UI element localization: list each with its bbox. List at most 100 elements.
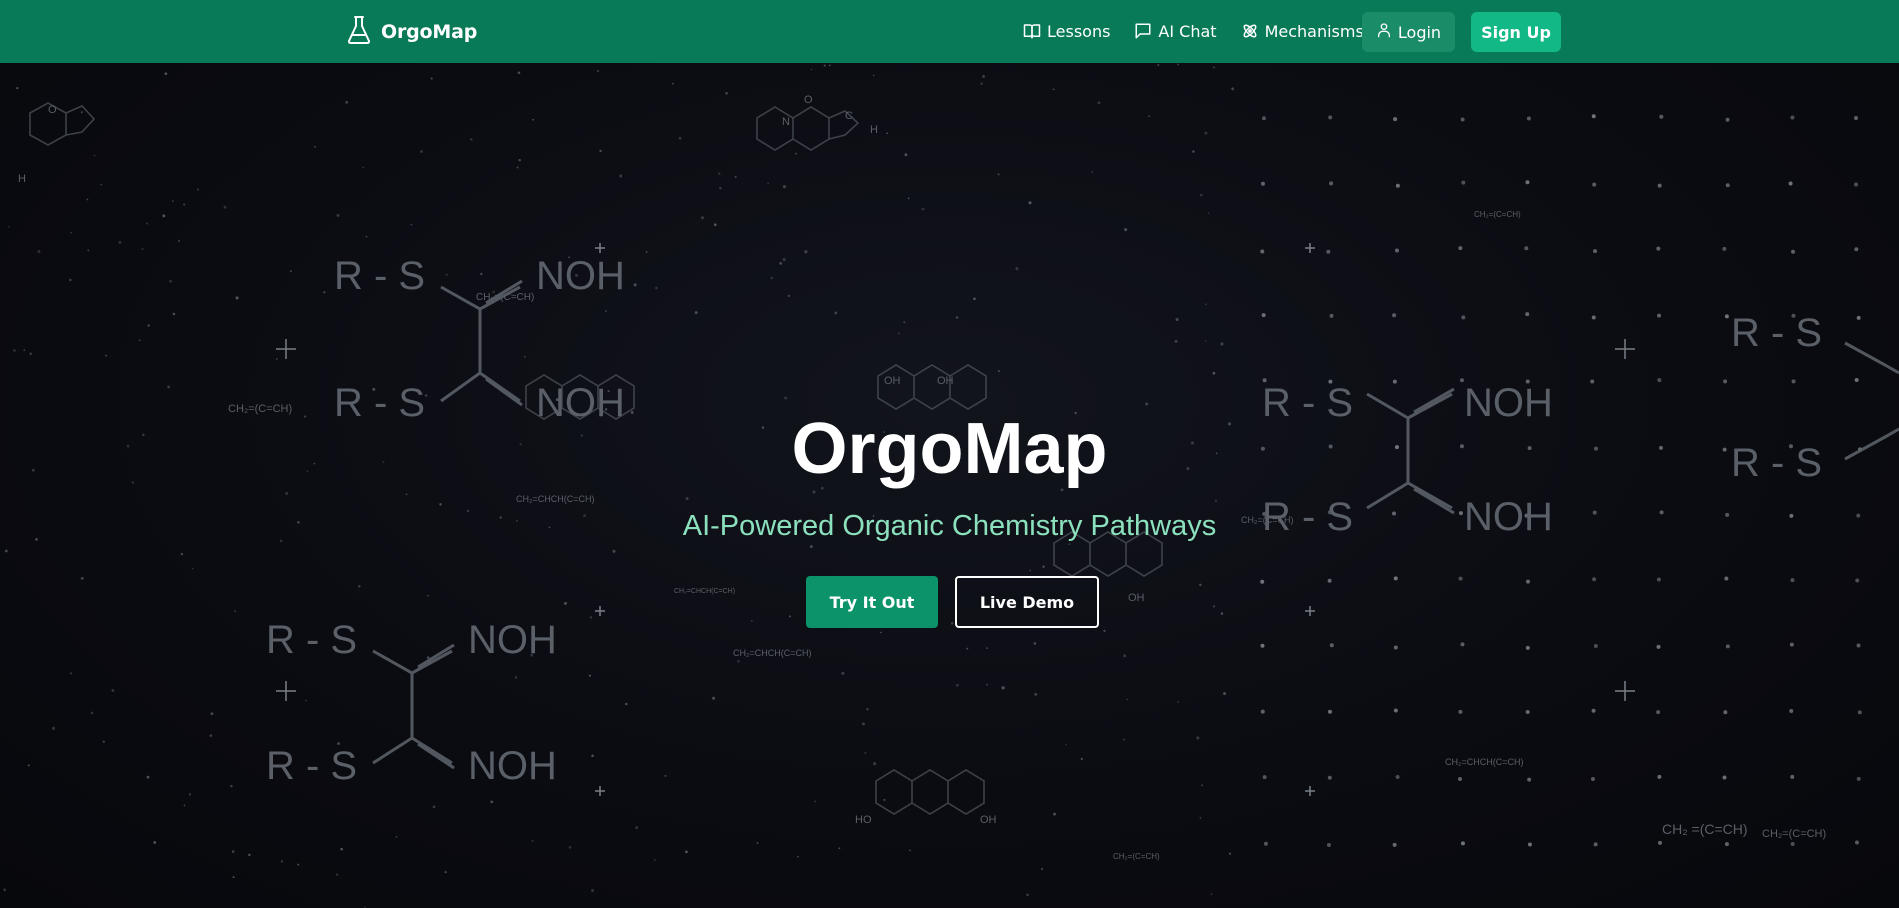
star-dot	[1590, 776, 1595, 781]
star-dot	[1461, 315, 1466, 320]
formula-label: CH₂=(C=CH)	[476, 292, 534, 303]
star-dot	[588, 674, 591, 677]
star-dot	[1591, 114, 1596, 119]
star-dot	[164, 72, 168, 76]
plus-marker	[1615, 339, 1635, 359]
star-dot	[223, 205, 227, 209]
plus-marker	[1615, 681, 1635, 701]
star-dot	[87, 249, 90, 252]
formula-label: R - S	[266, 744, 357, 788]
star-dot	[782, 185, 786, 189]
star-dot	[1053, 812, 1056, 816]
star-dot	[1212, 605, 1216, 608]
star-dot	[1657, 183, 1662, 188]
star-dot	[599, 149, 602, 153]
star-dot	[982, 74, 986, 78]
star-dot	[718, 172, 721, 175]
star-dot	[1201, 784, 1203, 786]
brand-name: OrgoMap	[381, 21, 478, 43]
star-dot	[734, 175, 737, 178]
star-dot	[1212, 371, 1216, 375]
star-dot	[4, 549, 8, 553]
star-dot	[1329, 643, 1334, 648]
star-dot	[633, 283, 637, 287]
signup-button[interactable]: Sign Up	[1471, 12, 1561, 52]
nav-link-mechanisms[interactable]: Mechanisms	[1241, 22, 1364, 41]
star-dot	[70, 672, 72, 675]
star-dot	[80, 576, 84, 580]
atom-label: OH	[937, 375, 954, 387]
login-button[interactable]: Login	[1362, 12, 1455, 52]
nav-link-ai-chat[interactable]: AI Chat	[1134, 21, 1217, 41]
star-dot	[809, 545, 813, 549]
star-dot	[29, 352, 32, 356]
star-dot	[725, 92, 728, 95]
brand-logo-link[interactable]: OrgoMap	[347, 14, 477, 50]
star-dot	[1261, 313, 1266, 318]
star-dot	[1854, 182, 1859, 187]
star-dot	[797, 855, 799, 858]
star-dot	[1461, 180, 1466, 185]
live-demo-button[interactable]: Live Demo	[955, 576, 1099, 628]
chat-icon	[1134, 22, 1152, 40]
star-dot	[248, 853, 251, 857]
star-dot	[1327, 578, 1332, 583]
star-dot	[1789, 642, 1794, 647]
star-dot	[788, 615, 791, 618]
star-dot	[612, 549, 616, 553]
star-dot	[1854, 115, 1859, 120]
star-dot	[828, 64, 831, 67]
star-dot	[1001, 686, 1005, 690]
star-dot	[1724, 314, 1729, 319]
star-dot	[1526, 116, 1531, 121]
plus-marker	[595, 786, 605, 796]
star-dot	[1854, 378, 1859, 383]
star-dot	[1789, 708, 1794, 713]
nav-link-lessons[interactable]: Lessons	[1023, 22, 1110, 41]
star-dot	[1524, 246, 1529, 251]
star-dot	[1591, 315, 1596, 320]
star-dot	[712, 696, 716, 700]
star-dot	[1199, 816, 1202, 819]
star-dot	[596, 69, 599, 72]
star-dot	[490, 800, 494, 804]
star-dot	[1103, 629, 1106, 632]
star-dot	[1395, 183, 1400, 188]
star-dot	[812, 490, 816, 494]
star-dot	[427, 594, 429, 597]
star-dot	[171, 200, 174, 202]
atom-label: C	[845, 110, 853, 122]
star-dot	[420, 150, 423, 153]
star-dot	[1220, 342, 1224, 346]
star-dot	[147, 324, 150, 327]
star-dot	[1790, 774, 1795, 779]
star-dot	[233, 610, 236, 613]
star-dot	[1262, 775, 1267, 780]
formula-label: CH₂=(C=CH)	[1474, 210, 1521, 219]
star-dot	[886, 132, 889, 135]
atom-label: O	[48, 104, 57, 116]
star-dot	[1327, 709, 1332, 714]
star-dot	[872, 74, 875, 77]
star-dot	[883, 798, 886, 801]
star-dot	[1329, 313, 1334, 318]
star-dot	[1724, 842, 1729, 847]
star-dot	[904, 153, 908, 157]
star-dot	[898, 332, 900, 335]
star-dot	[1458, 246, 1463, 251]
star-dot	[1213, 66, 1215, 69]
nav-link-label: AI Chat	[1158, 21, 1217, 41]
star-dot	[1157, 63, 1160, 67]
star-dot	[1148, 115, 1151, 118]
star-dot	[787, 294, 791, 298]
star-dot	[16, 87, 19, 90]
star-dot	[635, 826, 639, 830]
star-dot	[1593, 842, 1598, 847]
try-it-out-button[interactable]: Try It Out	[806, 576, 938, 628]
star-dot	[719, 187, 722, 190]
star-dot	[700, 216, 704, 220]
star-dot	[986, 683, 988, 686]
star-dot	[1656, 246, 1661, 251]
star-dot	[345, 100, 349, 104]
star-dot	[685, 850, 688, 854]
